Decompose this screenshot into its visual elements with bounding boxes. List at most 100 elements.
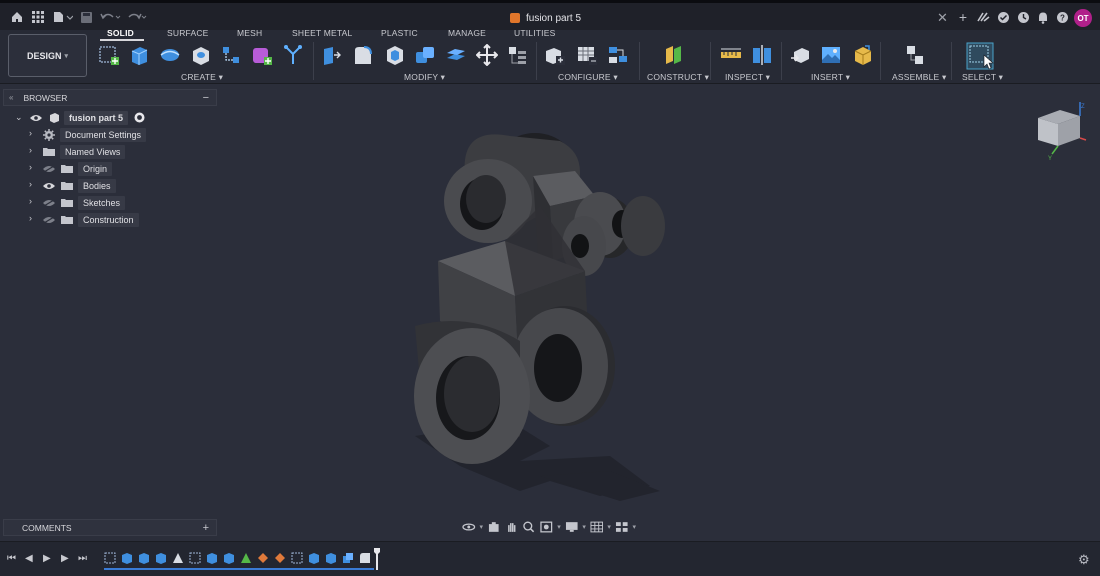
grid-icon[interactable]: [31, 9, 45, 25]
tab-solid[interactable]: SOLID: [107, 28, 134, 38]
timeline-extrude-icon[interactable]: [138, 552, 150, 564]
timeline-extrude-icon[interactable]: [121, 552, 133, 564]
group-create[interactable]: CREATE ▾: [181, 72, 223, 83]
plus-icon[interactable]: +: [956, 9, 970, 25]
eye-icon[interactable]: [30, 114, 42, 122]
model-body[interactable]: [414, 133, 665, 464]
zoom-icon[interactable]: [522, 521, 536, 533]
home-icon[interactable]: [10, 9, 24, 25]
tab-surface[interactable]: SURFACE: [167, 28, 209, 38]
timeline-fillet-icon[interactable]: [359, 552, 371, 564]
group-insert[interactable]: INSERT ▾: [811, 72, 850, 83]
timeline-extrude-icon[interactable]: [155, 552, 167, 564]
group-configure[interactable]: CONFIGURE ▾: [558, 72, 618, 83]
help-icon[interactable]: ?: [1055, 9, 1069, 25]
step-forward-icon[interactable]: ▶: [61, 553, 69, 564]
timeline-extrude-icon[interactable]: [308, 552, 320, 564]
fit-icon[interactable]: [540, 521, 554, 533]
browser-item-named-views[interactable]: Named Views: [60, 144, 126, 159]
eye-hidden-icon[interactable]: [43, 199, 55, 207]
timeline-extrude-icon[interactable]: [223, 552, 235, 564]
go-to-end-icon[interactable]: ⏭: [78, 553, 87, 564]
group-select[interactable]: SELECT ▾: [962, 72, 1003, 83]
chevron-right-icon[interactable]: ›: [29, 213, 32, 223]
comments-panel-header[interactable]: COMMENTS +: [3, 519, 217, 536]
close-icon[interactable]: ✕: [937, 10, 948, 26]
group-inspect[interactable]: INSPECT ▾: [725, 72, 770, 83]
shell-icon[interactable]: [384, 44, 406, 66]
physical-material-icon[interactable]: [506, 44, 528, 66]
play-icon[interactable]: ▶: [43, 553, 51, 564]
eye-hidden-icon[interactable]: [43, 216, 55, 224]
browser-item-origin[interactable]: Origin: [78, 161, 113, 176]
move-icon[interactable]: [476, 44, 498, 66]
eye-hidden-icon[interactable]: [43, 165, 55, 173]
timeline-extrude-icon[interactable]: [206, 552, 218, 564]
timeline-plane-icon[interactable]: [172, 552, 184, 564]
timeline-sketch-icon[interactable]: [104, 552, 116, 564]
chevron-down-icon[interactable]: ▾: [582, 523, 586, 531]
chevron-down-icon[interactable]: ▾: [632, 523, 636, 531]
extensions-icon[interactable]: [976, 9, 990, 25]
add-comment-icon[interactable]: +: [203, 522, 209, 534]
measure-icon[interactable]: [720, 44, 742, 66]
browser-panel-header[interactable]: « BROWSER −: [3, 89, 217, 106]
timeline-mirror-icon[interactable]: [240, 552, 252, 564]
select-icon[interactable]: [966, 42, 994, 70]
timeline-sketch-icon[interactable]: [189, 552, 201, 564]
insert-derive-icon[interactable]: [789, 44, 811, 66]
pattern-icon[interactable]: [220, 44, 242, 66]
configuration-rules-icon[interactable]: [607, 44, 629, 66]
browser-item-document-settings[interactable]: Document Settings: [60, 127, 147, 142]
document-tab[interactable]: fusion part 5: [510, 9, 581, 27]
insert-mcmaster-icon[interactable]: [852, 44, 874, 66]
section-analysis-icon[interactable]: [751, 44, 773, 66]
tab-sheet-metal[interactable]: SHEET METAL: [292, 28, 352, 38]
orbit-icon[interactable]: [462, 521, 476, 533]
viewcube[interactable]: Z Y: [1030, 100, 1090, 162]
tab-mesh[interactable]: MESH: [237, 28, 262, 38]
step-back-icon[interactable]: ◀: [25, 553, 33, 564]
display-settings-icon[interactable]: [565, 521, 579, 533]
redo-icon[interactable]: [126, 9, 148, 25]
notifications-icon[interactable]: [1036, 9, 1050, 25]
configuration-table-icon[interactable]: [576, 44, 598, 66]
minimize-icon[interactable]: −: [203, 92, 209, 104]
browser-item-sketches[interactable]: Sketches: [78, 195, 126, 210]
configure-icon[interactable]: [544, 44, 566, 66]
create-sketch-icon[interactable]: [98, 44, 120, 66]
save-icon[interactable]: [80, 9, 92, 25]
pan-icon[interactable]: [505, 521, 519, 533]
fillet-icon[interactable]: [352, 44, 374, 66]
collapse-panel-icon[interactable]: «: [9, 93, 13, 102]
look-at-icon[interactable]: [487, 521, 501, 533]
clock-icon[interactable]: [1016, 9, 1030, 25]
timeline-fillet-icon[interactable]: [257, 552, 269, 564]
go-to-start-icon[interactable]: ⏮: [7, 553, 16, 564]
offset-face-icon[interactable]: [445, 44, 467, 66]
group-construct[interactable]: CONSTRUCT ▾: [647, 72, 709, 83]
tab-utilities[interactable]: UTILITIES: [514, 28, 555, 38]
browser-root-row[interactable]: fusion part 5: [64, 110, 129, 125]
derive-icon[interactable]: [282, 44, 304, 66]
chevron-right-icon[interactable]: ›: [29, 145, 32, 155]
offset-plane-icon[interactable]: [663, 44, 685, 66]
workspace-switcher-button[interactable]: DESIGN ▾: [8, 34, 87, 77]
chevron-down-icon[interactable]: ▾: [607, 523, 611, 531]
tab-manage[interactable]: MANAGE: [448, 28, 486, 38]
viewports-icon[interactable]: [615, 521, 629, 533]
user-avatar[interactable]: OT: [1074, 9, 1092, 27]
chevron-right-icon[interactable]: ›: [29, 128, 32, 138]
hole-icon[interactable]: [190, 44, 212, 66]
browser-item-bodies[interactable]: Bodies: [78, 178, 116, 193]
chevron-down-icon[interactable]: ▾: [557, 523, 561, 531]
tab-plastic[interactable]: PLASTIC: [381, 28, 418, 38]
insert-canvas-icon[interactable]: [820, 44, 842, 66]
create-form-icon[interactable]: [251, 44, 273, 66]
eye-icon[interactable]: [43, 182, 55, 190]
timeline-combine-icon[interactable]: [342, 552, 354, 564]
timeline-marker[interactable]: [374, 548, 380, 570]
group-assemble[interactable]: ASSEMBLE ▾: [892, 72, 946, 83]
job-status-icon[interactable]: [996, 9, 1010, 25]
timeline-settings-gear-icon[interactable]: ⚙: [1078, 552, 1090, 568]
